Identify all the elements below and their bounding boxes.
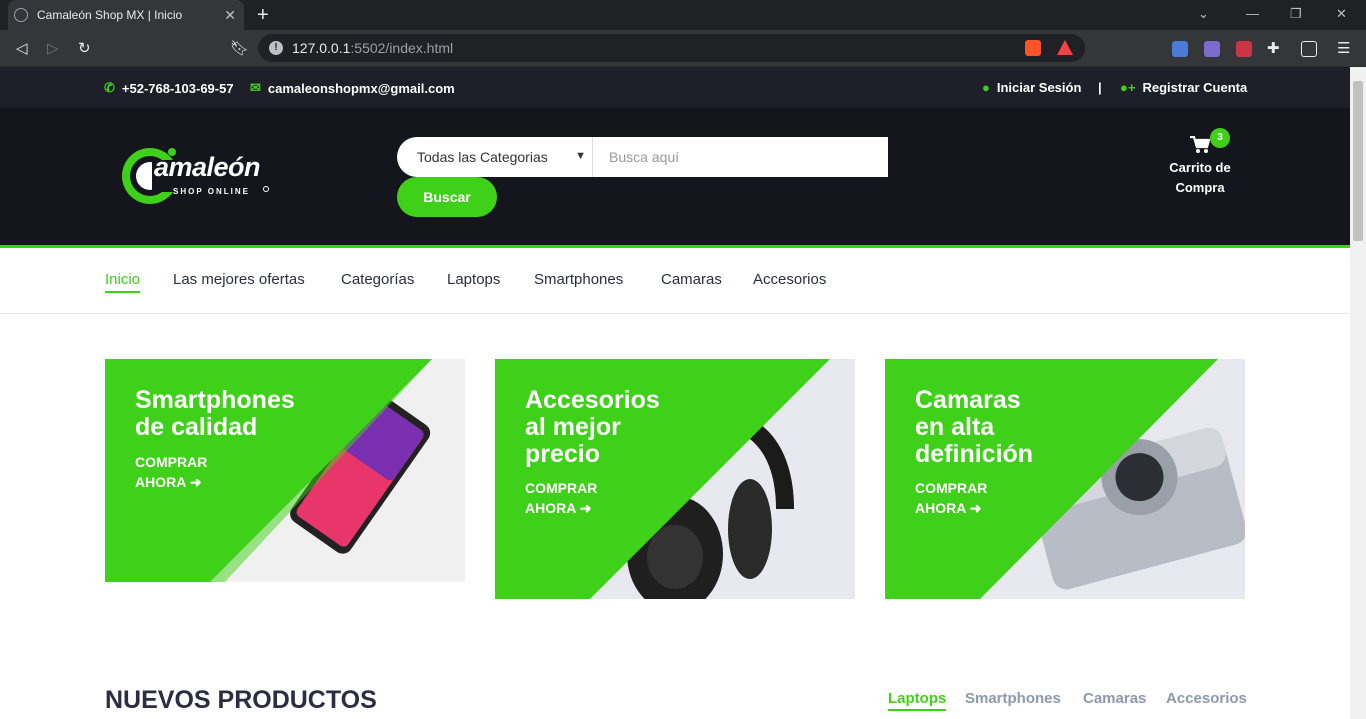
arrow-circle-right-icon: ➜ — [969, 500, 982, 516]
card-title: Accesorios al mejor precio — [525, 386, 660, 468]
back-icon[interactable]: ◁ — [16, 39, 28, 57]
browser-toolbar: ◁ ▷ ↻ 🔖︎ ! 127.0.0.1:5502/index.html ✚ ☰ — [0, 30, 1366, 67]
tab-title: Camaleón Shop MX | Inicio — [37, 8, 183, 22]
page-scrollbar[interactable] — [1350, 67, 1366, 719]
forward-icon[interactable]: ▷ — [47, 39, 59, 57]
site-logo[interactable]: amaleón SHOP ONLINE — [120, 142, 270, 212]
browser-tab[interactable]: Camaleón Shop MX | Inicio ✕ — [8, 0, 244, 30]
cta-line1: COMPRAR — [525, 480, 598, 496]
translate-extension-icon[interactable] — [1172, 41, 1188, 57]
pdf-extension-icon[interactable] — [1204, 41, 1220, 57]
separator-text: | — [1098, 80, 1102, 95]
scrollbar-thumb[interactable] — [1353, 81, 1363, 241]
browser-tab-strip: Camaleón Shop MX | Inicio ✕ + ⌄ — ❐ ✕ — [0, 0, 1366, 30]
extensions-puzzle-icon[interactable]: ✚ — [1267, 39, 1280, 57]
main-header: amaleón SHOP ONLINE Todas las Categorias… — [0, 108, 1350, 248]
cart-label-line2: Compra — [1175, 180, 1225, 195]
cart-button[interactable]: 3 Carrito de Compra — [1160, 128, 1240, 198]
nav-item-inicio[interactable]: Inicio — [105, 271, 141, 293]
card-title: Smartphones de calidad — [135, 386, 295, 441]
cart-label-line1: Carrito de — [1169, 160, 1231, 175]
url-path: :5502/index.html — [350, 40, 454, 56]
cta-line2: AHORA — [525, 500, 576, 516]
url-host: 127.0.0.1 — [292, 40, 351, 56]
site-info-icon[interactable]: ! — [269, 41, 283, 55]
nav-item-categorias[interactable]: Categorías — [341, 271, 414, 288]
phone-number: +52-768-103-69-57 — [121, 80, 234, 96]
nav-item-camaras[interactable]: Camaras — [661, 271, 722, 288]
close-tab-icon[interactable]: ✕ — [224, 7, 236, 24]
minimize-icon[interactable]: — — [1246, 6, 1259, 21]
tab-accesorios[interactable]: Accesorios — [1166, 690, 1247, 707]
arrow-circle-right-icon: ➜ — [579, 500, 592, 516]
cta-line1: COMPRAR — [915, 480, 988, 496]
arrow-circle-right-icon: ➜ — [189, 474, 202, 490]
tab-smartphones[interactable]: Smartphones — [965, 690, 1061, 707]
nav-item-accesorios[interactable]: Accesorios — [753, 271, 826, 288]
phone-icon: ✆ — [104, 80, 115, 95]
search-input[interactable]: Busca aquí — [593, 137, 888, 177]
globe-icon — [14, 8, 28, 22]
cart-count-badge: 3 — [1210, 128, 1230, 148]
user-icon: ● — [982, 80, 990, 95]
nav-item-laptops[interactable]: Laptops — [447, 271, 500, 288]
shop-now-link[interactable]: COMPRAR AHORA ➜ — [135, 452, 207, 492]
card-title: Camaras en alta definición — [915, 386, 1034, 468]
shop-now-link[interactable]: COMPRAR AHORA ➜ — [915, 478, 987, 518]
tab-laptops[interactable]: Laptops — [888, 690, 947, 711]
nav-item-ofertas[interactable]: Las mejores ofertas — [173, 271, 305, 288]
new-products-title: NUEVOS PRODUCTOS — [105, 686, 377, 714]
wallet-icon[interactable] — [1301, 41, 1317, 57]
bookmark-icon[interactable]: 🔖︎ — [230, 39, 249, 57]
search-placeholder: Busca aquí — [609, 149, 680, 165]
cta-line2: AHORA — [135, 474, 186, 490]
main-navigation: Inicio Las mejores ofertas Categorías La… — [0, 248, 1350, 314]
envelope-icon: ✉ — [250, 80, 261, 95]
category-select[interactable]: Todas las Categorias ▼ — [397, 137, 593, 177]
cta-line1: COMPRAR — [135, 454, 208, 470]
login-link[interactable]: ● Iniciar Sesión — [982, 80, 1081, 95]
tab-search-icon[interactable]: ⌄ — [1198, 6, 1209, 22]
cta-line2: AHORA — [915, 500, 966, 516]
logo-wordmark: amaleón — [154, 152, 261, 182]
brave-shield-icon[interactable] — [1025, 40, 1041, 56]
logo-subtitle: SHOP ONLINE — [173, 187, 250, 196]
new-tab-icon[interactable]: + — [257, 4, 269, 27]
search-button[interactable]: Buscar — [397, 177, 497, 217]
brave-rewards-icon[interactable] — [1057, 40, 1073, 55]
register-link[interactable]: ●+ Registrar Cuenta — [1120, 80, 1247, 95]
promo-card-accesorios[interactable]: Accesorios al mejor precio COMPRAR AHORA ➜ — [495, 359, 855, 599]
tab-camaras[interactable]: Camaras — [1083, 690, 1146, 707]
nav-item-smartphones[interactable]: Smartphones — [534, 271, 623, 288]
user-plus-icon: ●+ — [1120, 80, 1136, 95]
email-address: camaleonshopmx@gmail.com — [267, 80, 455, 96]
login-label: Iniciar Sesión — [996, 80, 1082, 95]
category-select-value: Todas las Categorias — [417, 149, 548, 165]
promo-card-camaras[interactable]: Camaras en alta definición COMPRAR AHORA ➜ — [885, 359, 1245, 599]
shop-now-link[interactable]: COMPRAR AHORA ➜ — [525, 478, 597, 518]
glasses-extension-icon[interactable] — [1236, 41, 1252, 57]
email-contact[interactable]: ✉ camaleonshopmx@gmail.com — [250, 80, 455, 96]
promo-card-smartphones[interactable]: Smartphones de calidad COMPRAR AHORA ➜ — [105, 359, 465, 582]
window-close-icon[interactable]: ✕ — [1336, 6, 1347, 22]
topbar-separator: | — [1098, 80, 1102, 95]
chevron-down-icon: ▼ — [575, 150, 586, 162]
reload-icon[interactable]: ↻ — [78, 39, 91, 57]
register-label: Registrar Cuenta — [1142, 80, 1248, 95]
phone-contact[interactable]: ✆ +52-768-103-69-57 — [104, 80, 234, 96]
menu-icon[interactable]: ☰ — [1337, 39, 1350, 57]
top-contact-bar: ✆ +52-768-103-69-57 ✉ camaleonshopmx@gma… — [0, 67, 1350, 108]
restore-icon[interactable]: ❐ — [1290, 6, 1302, 22]
address-bar[interactable]: ! 127.0.0.1:5502/index.html — [258, 34, 1085, 62]
